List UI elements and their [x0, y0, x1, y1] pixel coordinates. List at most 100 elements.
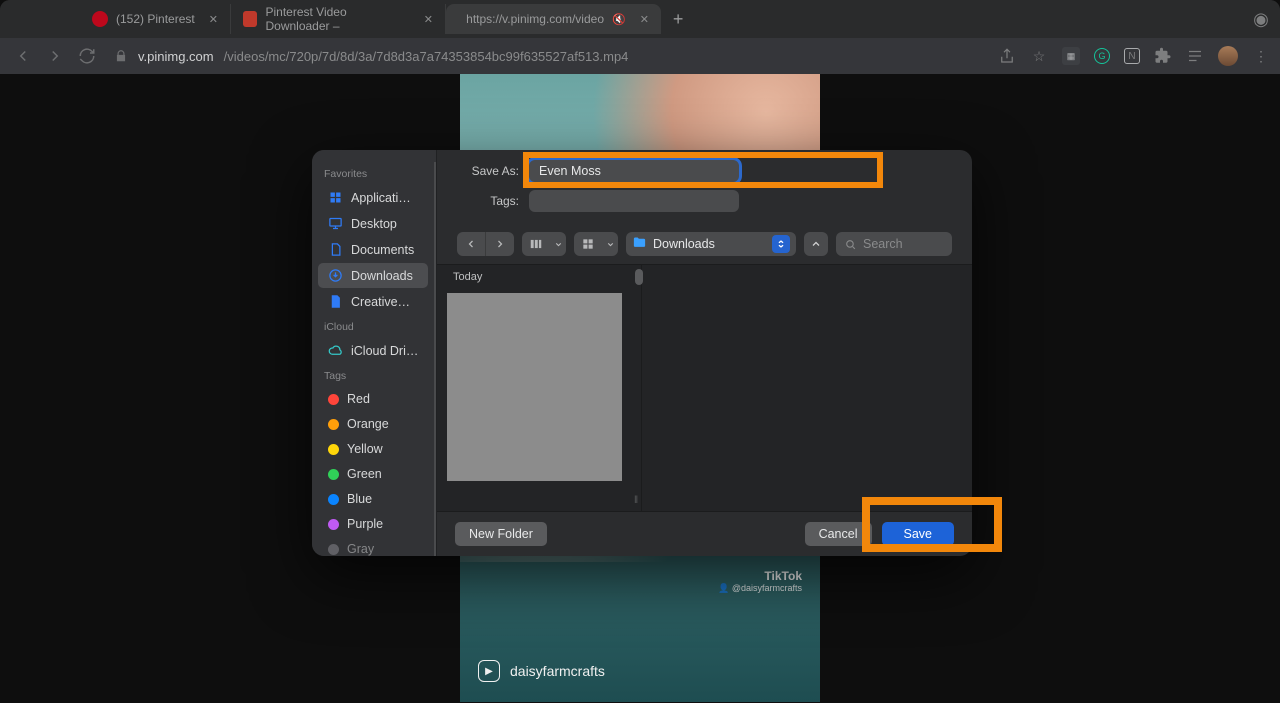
cancel-button[interactable]: Cancel — [805, 522, 872, 546]
address-host: v.pinimg.com — [138, 49, 214, 64]
location-chevron-icon — [772, 235, 790, 253]
sidebar-section-icloud: iCloud — [312, 315, 434, 337]
cloud-icon — [328, 343, 343, 358]
file-column[interactable]: Today — [437, 265, 642, 511]
sidebar-section-favorites: Favorites — [312, 162, 434, 184]
close-icon[interactable]: ✕ — [640, 13, 649, 26]
sidebar-tag-orange[interactable]: Orange — [318, 412, 428, 436]
group-chevron[interactable] — [602, 232, 618, 256]
lock-icon — [114, 49, 128, 63]
file-thumbnail[interactable] — [447, 293, 622, 481]
downloads-icon — [328, 268, 343, 283]
tags-label: Tags: — [457, 194, 519, 208]
new-tab-button[interactable]: + — [661, 9, 696, 30]
reload-button[interactable] — [78, 47, 96, 65]
sidebar-tag-blue[interactable]: Blue — [318, 487, 428, 511]
tab-pinterest[interactable]: (152) Pinterest ✕ — [80, 4, 231, 34]
save-dialog: Favorites Applicati… Desktop Documents D… — [312, 150, 972, 556]
column-header-today: Today — [437, 265, 641, 289]
bookmark-star-icon[interactable]: ☆ — [1030, 47, 1048, 65]
desktop-icon — [328, 216, 343, 231]
close-icon[interactable]: ✕ — [424, 13, 433, 26]
sidebar-tag-purple[interactable]: Purple — [318, 512, 428, 536]
tags-input[interactable] — [529, 190, 739, 212]
tab-label: https://v.pinimg.com/video — [466, 12, 604, 26]
file-icon — [328, 294, 343, 309]
tab-label: (152) Pinterest — [116, 12, 195, 26]
view-columns-chevron[interactable] — [550, 232, 566, 256]
nav-back-button[interactable] — [457, 232, 485, 256]
sidebar-item-desktop[interactable]: Desktop — [318, 211, 428, 236]
tab-label: Pinterest Video Downloader – — [265, 5, 409, 33]
tag-dot-icon — [328, 494, 339, 505]
file-preview-pane — [642, 265, 972, 511]
tag-dot-icon — [328, 469, 339, 480]
search-field[interactable]: Search — [836, 232, 952, 256]
nav-segment — [457, 232, 514, 256]
sidebar-item-creative[interactable]: Creative… — [318, 289, 428, 314]
address-path: /videos/mc/720p/7d/8d/3a/7d8d3a7a7435385… — [224, 49, 629, 64]
back-button[interactable] — [14, 47, 32, 65]
sidebar-tag-yellow[interactable]: Yellow — [318, 437, 428, 461]
save-dialog-footer: New Folder Cancel Save — [437, 512, 972, 556]
chrome-account-icon[interactable]: ◉ — [1252, 10, 1270, 28]
applications-icon — [328, 190, 343, 205]
mute-icon[interactable]: 🔇 — [612, 13, 626, 26]
reels-caption: ▶ daisyfarmcrafts — [478, 660, 605, 682]
reels-username: daisyfarmcrafts — [510, 663, 605, 679]
view-columns-button[interactable] — [522, 232, 550, 256]
scrollbar-handle[interactable] — [635, 269, 643, 285]
folder-icon — [632, 235, 647, 253]
kebab-menu-icon[interactable]: ⋮ — [1252, 47, 1270, 65]
tiktok-watermark: TikTok 👤 @daisyfarmcrafts — [718, 569, 802, 594]
address-bar[interactable]: v.pinimg.com/videos/mc/720p/7d/8d/3a/7d8… — [110, 49, 984, 64]
sidebar-tag-red[interactable]: Red — [318, 387, 428, 411]
sidebar-item-documents[interactable]: Documents — [318, 237, 428, 262]
save-as-row: Save As: — [457, 160, 952, 182]
reading-list-icon[interactable] — [1186, 47, 1204, 65]
tab-downloader[interactable]: Pinterest Video Downloader – ✕ — [231, 4, 446, 34]
grammarly-icon[interactable]: G — [1094, 48, 1110, 64]
tiktok-brand: TikTok — [718, 569, 802, 583]
save-as-label: Save As: — [457, 164, 519, 178]
tab-video[interactable]: https://v.pinimg.com/video 🔇 ✕ — [446, 4, 661, 34]
sidebar-item-icloud-drive[interactable]: iCloud Dri… — [318, 338, 428, 363]
toolbar: v.pinimg.com/videos/mc/720p/7d/8d/3a/7d8… — [0, 38, 1280, 74]
save-dialog-sidebar: Favorites Applicati… Desktop Documents D… — [312, 150, 437, 556]
tiktok-handle: 👤 @daisyfarmcrafts — [718, 583, 802, 594]
save-as-input[interactable] — [529, 160, 739, 182]
downloader-icon — [243, 11, 258, 27]
pinterest-icon — [92, 11, 108, 27]
group-button[interactable] — [574, 232, 602, 256]
search-icon — [844, 238, 857, 251]
save-dialog-toolbar: Downloads Search — [437, 228, 972, 264]
tag-dot-icon — [328, 519, 339, 530]
sidebar-section-tags: Tags — [312, 364, 434, 386]
extension-badge-icon[interactable]: ▦ — [1062, 47, 1080, 65]
file-browser: Today ‖ — [437, 264, 972, 512]
documents-icon — [328, 242, 343, 257]
notion-icon[interactable]: N — [1124, 48, 1140, 64]
tag-dot-icon — [328, 444, 339, 455]
column-resize-handle[interactable]: ‖ — [634, 495, 644, 503]
sidebar-tag-gray[interactable]: Gray — [318, 537, 428, 556]
sidebar-item-downloads[interactable]: Downloads — [318, 263, 428, 288]
view-segment — [522, 232, 566, 256]
sidebar-tag-green[interactable]: Green — [318, 462, 428, 486]
forward-button[interactable] — [46, 47, 64, 65]
tags-row: Tags: — [457, 190, 952, 212]
save-button[interactable]: Save — [882, 522, 955, 546]
tag-dot-icon — [328, 394, 339, 405]
location-popup[interactable]: Downloads — [626, 232, 796, 256]
tag-dot-icon — [328, 544, 339, 555]
close-icon[interactable]: ✕ — [209, 13, 218, 26]
profile-avatar[interactable] — [1218, 46, 1238, 66]
extensions-puzzle-icon[interactable] — [1154, 47, 1172, 65]
nav-forward-button[interactable] — [486, 232, 514, 256]
sidebar-item-applications[interactable]: Applicati… — [318, 185, 428, 210]
reels-icon: ▶ — [478, 660, 500, 682]
share-icon[interactable] — [998, 47, 1016, 65]
collapse-button[interactable] — [804, 232, 828, 256]
group-segment — [574, 232, 618, 256]
new-folder-button[interactable]: New Folder — [455, 522, 547, 546]
